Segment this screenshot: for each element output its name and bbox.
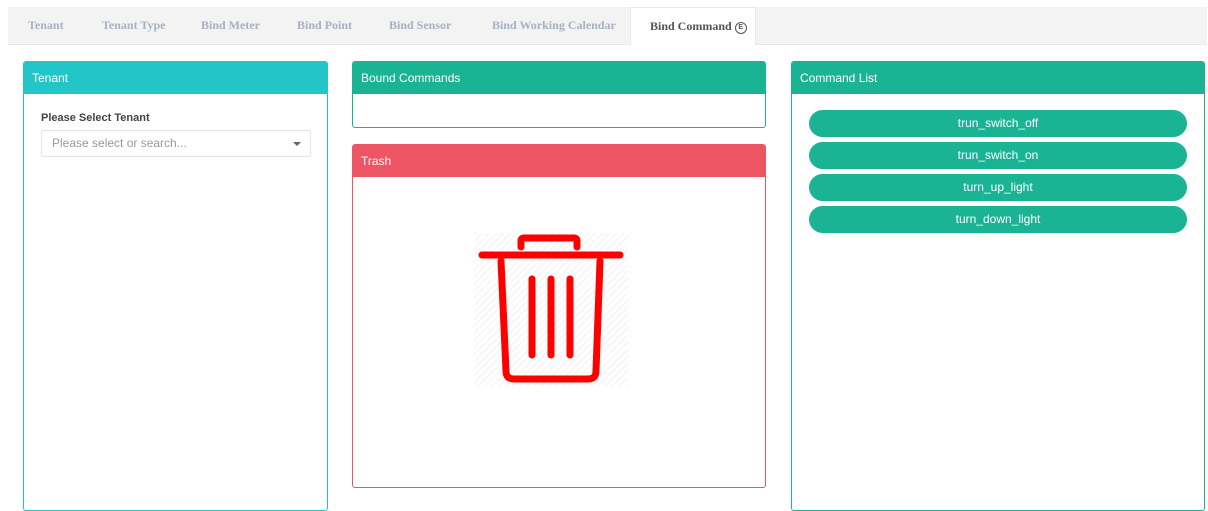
caret-down-icon: [293, 142, 301, 146]
command-item[interactable]: trun_switch_on: [809, 142, 1187, 169]
tab-bind-command-label: Bind Command: [650, 19, 732, 33]
tenant-select[interactable]: Please select or search...: [41, 130, 311, 157]
trash-drop-zone[interactable]: [474, 233, 628, 387]
command-item[interactable]: turn_up_light: [809, 174, 1187, 201]
tenant-select-placeholder: Please select or search...: [52, 136, 187, 150]
bound-commands-panel: Bound Commands: [352, 61, 766, 128]
trash-panel-title: Trash: [353, 145, 765, 177]
command-item[interactable]: trun_switch_off: [809, 110, 1187, 137]
tab-badge: E: [734, 22, 747, 34]
bound-commands-title: Bound Commands: [353, 62, 765, 94]
tab-bind-point[interactable]: Bind Point: [297, 7, 352, 44]
trash-panel[interactable]: Trash: [352, 144, 766, 488]
tab-bar: Tenant Tenant Type Bind Meter Bind Point…: [8, 7, 1207, 45]
tenant-panel: Tenant Please Select Tenant Please selec…: [23, 61, 328, 511]
select-tenant-label: Please Select Tenant: [41, 112, 150, 124]
tab-bind-working-calendar[interactable]: Bind Working Calendar: [492, 7, 616, 44]
tenant-panel-title: Tenant: [24, 62, 327, 94]
command-list-panel: Command List trun_switch_off trun_switch…: [791, 61, 1205, 511]
tab-bind-meter[interactable]: Bind Meter: [201, 7, 260, 44]
tab-bind-command[interactable]: Bind Command E: [630, 7, 756, 45]
command-list-title: Command List: [792, 62, 1204, 94]
tab-bind-sensor[interactable]: Bind Sensor: [389, 7, 451, 44]
command-item[interactable]: turn_down_light: [809, 206, 1187, 233]
tab-tenant[interactable]: Tenant: [28, 7, 64, 44]
trash-can-icon: [478, 234, 624, 383]
tab-tenant-type[interactable]: Tenant Type: [102, 7, 165, 44]
command-list: trun_switch_off trun_switch_on turn_up_l…: [809, 110, 1187, 238]
